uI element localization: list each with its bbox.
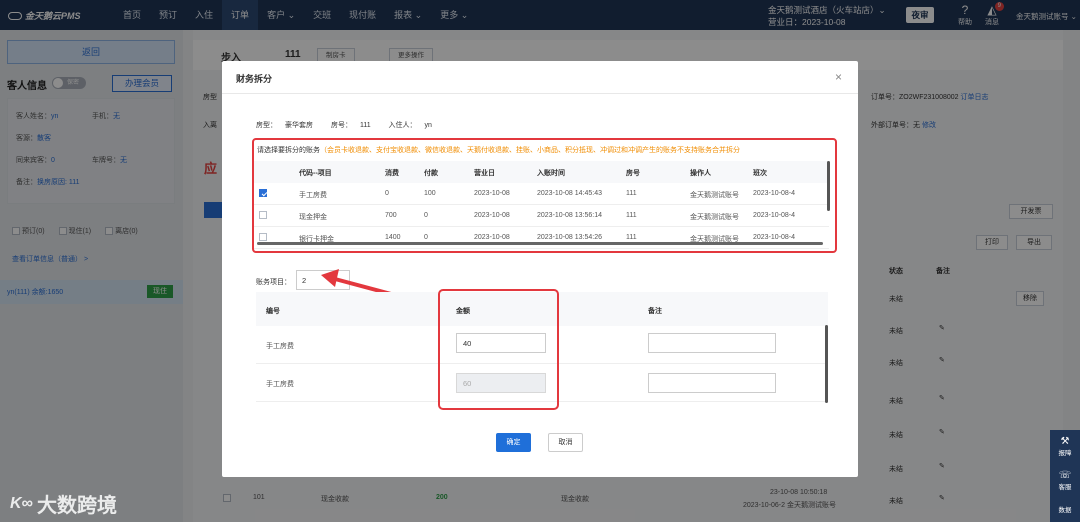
watermark-logo-icon: K∞ bbox=[10, 494, 33, 512]
data-button[interactable]: 数据 bbox=[1050, 504, 1080, 514]
room-info-line: 房型： 豪华套房 房号： 111 入住人： yn bbox=[256, 120, 448, 130]
report-issue-button[interactable]: ⚒ 报障 bbox=[1050, 436, 1080, 457]
cancel-button[interactable]: 取消 bbox=[548, 433, 583, 452]
split-remark-input[interactable] bbox=[648, 333, 776, 353]
confirm-button[interactable]: 确定 bbox=[496, 433, 531, 452]
dialog-divider bbox=[222, 93, 858, 94]
annotation-amount-highlight bbox=[438, 289, 559, 410]
room-type-label: 房型： bbox=[256, 122, 277, 129]
account-items-label: 账务项目： bbox=[256, 279, 291, 286]
customer-service-label: 客服 bbox=[1058, 484, 1072, 491]
annotation-highlight-box bbox=[252, 138, 837, 253]
split-row-label: 手工房费 bbox=[266, 343, 294, 350]
watermark: K∞ 大数跨境 bbox=[10, 489, 117, 518]
financial-split-dialog: 财务拆分 × 房型： 豪华套房 房号： 111 入住人： yn 请选择要拆分的账务（会… bbox=[222, 61, 858, 477]
guest-label: 入住人： bbox=[388, 122, 417, 129]
split-row-label: 手工房费 bbox=[266, 381, 294, 388]
header-number: 编号 bbox=[266, 308, 280, 315]
customer-service-button[interactable]: ☏ 客服 bbox=[1050, 470, 1080, 491]
watermark-text: 大数跨境 bbox=[36, 495, 117, 517]
data-label: 数据 bbox=[1058, 507, 1072, 514]
close-icon[interactable]: × bbox=[835, 70, 842, 84]
split-remark-input[interactable] bbox=[648, 373, 776, 393]
split-table-scrollbar[interactable] bbox=[825, 325, 828, 403]
wrench-icon: ⚒ bbox=[1060, 436, 1070, 447]
side-dock: ⚒ 报障 ☏ 客服 数据 bbox=[1050, 430, 1080, 522]
dialog-title: 财务拆分 bbox=[236, 74, 273, 84]
room-no-value: 111 bbox=[359, 122, 371, 129]
header-remark: 备注 bbox=[648, 308, 662, 315]
report-issue-label: 报障 bbox=[1058, 450, 1072, 457]
room-type-value: 豪华套房 bbox=[285, 122, 313, 129]
room-no-label: 房号： bbox=[330, 122, 352, 129]
headset-icon: ☏ bbox=[1058, 470, 1072, 481]
guest-value: yn bbox=[424, 122, 432, 129]
